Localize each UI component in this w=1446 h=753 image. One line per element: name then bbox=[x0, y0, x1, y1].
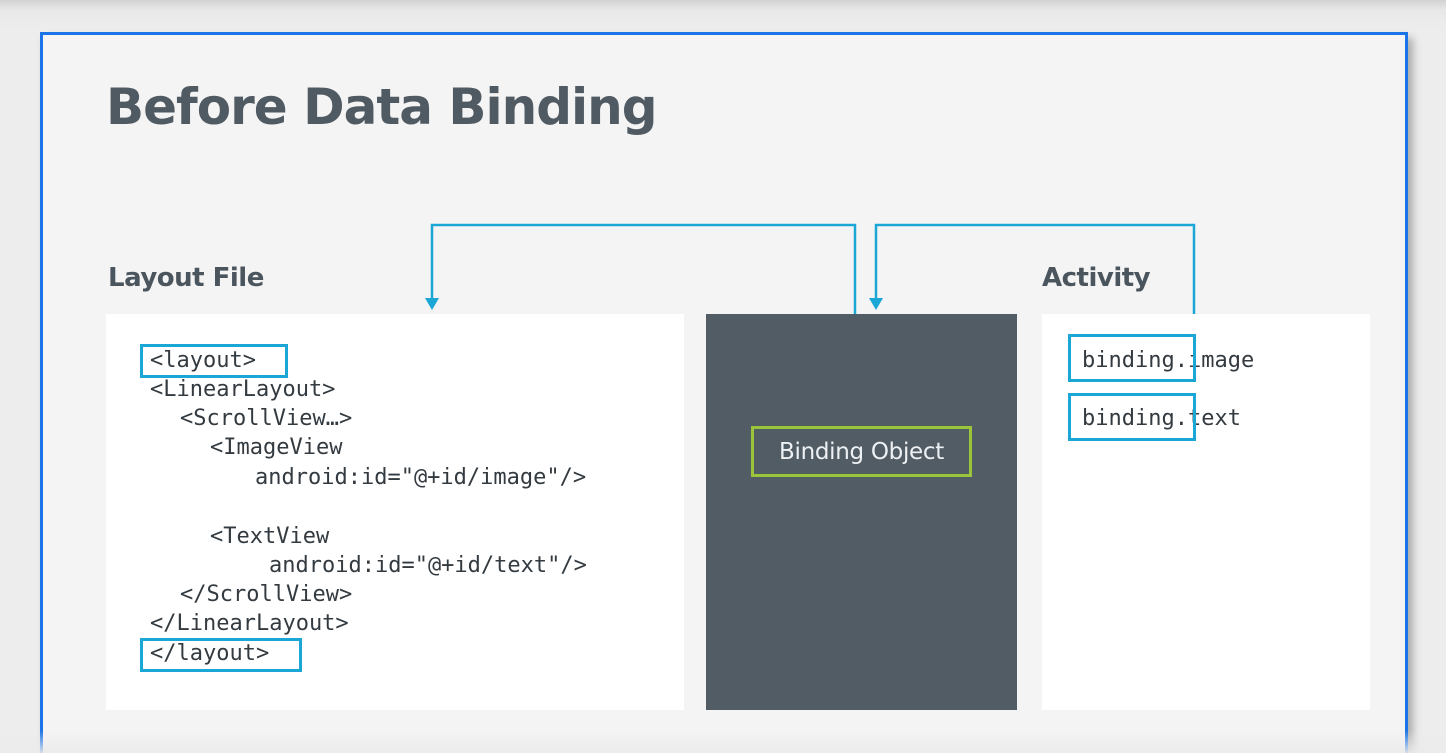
binding-class-panel bbox=[706, 314, 1017, 710]
stage: Before Data Binding Layout File Activity… bbox=[0, 0, 1446, 753]
code-line-scrollview-open: <ScrollView…> bbox=[180, 406, 353, 431]
binding-field-image: image bbox=[1187, 348, 1255, 373]
layout-close-highlight bbox=[140, 638, 302, 672]
code-line-imageview-id: android:id="@+id/image"/> bbox=[255, 465, 587, 490]
slide-title: Before Data Binding bbox=[106, 78, 658, 136]
bottom-fade bbox=[0, 730, 1446, 753]
code-line-scrollview-close: </ScrollView> bbox=[180, 582, 353, 607]
code-line-textview-id: android:id="@+id/text"/> bbox=[269, 553, 587, 578]
layout-open-highlight bbox=[140, 344, 288, 378]
layout-file-label: Layout File bbox=[108, 263, 264, 293]
code-line-textview: <TextView bbox=[210, 524, 330, 549]
code-line-linearlayout-close: </LinearLayout> bbox=[150, 611, 349, 636]
binding-image-highlight bbox=[1068, 334, 1196, 382]
code-line-imageview: <ImageView bbox=[210, 435, 343, 460]
binding-text-highlight bbox=[1068, 393, 1196, 441]
binding-object-box: Binding Object bbox=[751, 426, 972, 477]
code-line-linearlayout-open: <LinearLayout> bbox=[150, 377, 336, 402]
activity-label: Activity bbox=[1042, 263, 1151, 293]
